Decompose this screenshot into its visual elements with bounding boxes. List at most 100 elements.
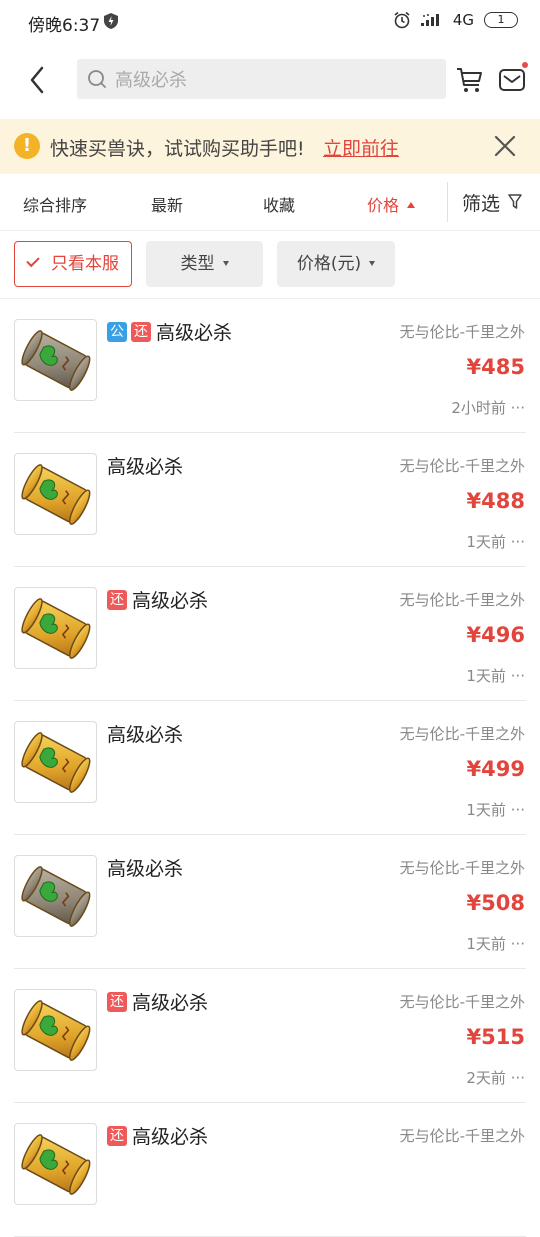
list-item[interactable]: 还 高级必杀 无与伦比-千里之外 xyxy=(0,1103,540,1237)
status-indicators: 4G 1 xyxy=(393,11,518,29)
battery-indicator: 1 xyxy=(484,12,518,28)
search-input[interactable] xyxy=(113,59,437,101)
item-tags: 还 xyxy=(107,991,131,1012)
check-icon xyxy=(26,253,40,268)
return-tag: 还 xyxy=(107,1125,127,1146)
list-item[interactable]: 高级必杀 无与伦比-千里之外 ¥499 1天前 ··· xyxy=(0,701,540,835)
caret-down-icon xyxy=(369,261,376,266)
signal-icon xyxy=(420,14,439,26)
network-type: 4G xyxy=(452,11,474,29)
back-arrow-icon[interactable] xyxy=(24,64,52,96)
price-chip[interactable]: 价格(元) xyxy=(277,241,395,287)
notice-text: 快速买兽诀，试试购买助手吧! xyxy=(50,138,305,160)
item-title-row: 还 高级必杀 xyxy=(107,1122,208,1149)
search-header xyxy=(0,44,540,118)
cart-icon[interactable] xyxy=(456,66,484,94)
return-tag: 还 xyxy=(107,589,127,610)
funnel-icon[interactable] xyxy=(508,194,522,210)
item-time-more[interactable]: 1天前 ··· xyxy=(466,933,525,954)
scroll-icon xyxy=(21,464,91,525)
item-thumbnail[interactable] xyxy=(14,989,97,1071)
type-chip[interactable]: 类型 xyxy=(146,241,263,287)
item-server: 无与伦比-千里之外 xyxy=(399,993,525,1011)
item-title-row: 还 高级必杀 xyxy=(107,586,208,613)
item-title-row: 公还 高级必杀 xyxy=(107,318,232,345)
notice-link[interactable]: 立即前往 xyxy=(323,134,399,161)
scroll-icon xyxy=(21,1000,91,1061)
scroll-icon xyxy=(21,866,91,927)
item-server: 无与伦比-千里之外 xyxy=(399,591,525,609)
item-time-more[interactable]: 1天前 ··· xyxy=(466,665,525,686)
status-time: 傍晚6:37 xyxy=(28,16,101,36)
item-thumbnail[interactable] xyxy=(14,855,97,937)
item-price: ¥496 xyxy=(466,623,525,647)
item-thumbnail[interactable] xyxy=(14,1123,97,1205)
scroll-icon xyxy=(21,1134,91,1195)
item-tags: 还 xyxy=(107,589,131,610)
item-title: 高级必杀 xyxy=(107,456,184,478)
return-tag: 还 xyxy=(131,321,151,342)
item-time-more[interactable]: 2小时前 ··· xyxy=(451,397,525,418)
warning-icon: ! xyxy=(14,133,40,159)
item-list: 公还 高级必杀 无与伦比-千里之外 ¥485 2小时前 ··· 高级必杀 无与伦… xyxy=(0,299,540,1237)
divider xyxy=(447,182,448,222)
list-item[interactable]: 还 高级必杀 无与伦比-千里之外 ¥515 2天前 ··· xyxy=(0,969,540,1103)
item-server: 无与伦比-千里之外 xyxy=(399,323,525,341)
item-thumbnail[interactable] xyxy=(14,721,97,803)
sort-favorites[interactable]: 收藏 xyxy=(263,192,295,216)
caret-down-icon xyxy=(222,261,229,266)
item-time-more[interactable]: 2天前 ··· xyxy=(466,1067,525,1088)
item-price: ¥515 xyxy=(466,1025,525,1049)
item-title-row: 高级必杀 xyxy=(107,720,183,747)
item-time-more[interactable]: 1天前 ··· xyxy=(466,531,525,552)
item-server: 无与伦比-千里之外 xyxy=(399,725,525,743)
item-thumbnail[interactable] xyxy=(14,453,97,535)
item-title: 高级必杀 xyxy=(107,858,184,880)
item-time-more[interactable]: 1天前 ··· xyxy=(466,799,525,820)
close-icon[interactable] xyxy=(494,135,516,157)
item-title: 高级必杀 xyxy=(132,1126,209,1148)
item-thumbnail[interactable] xyxy=(14,319,97,401)
item-tags: 公还 xyxy=(107,321,155,342)
own-server-chip[interactable]: 只看本服 xyxy=(14,241,132,287)
return-tag: 还 xyxy=(107,991,127,1012)
type-label: 类型 xyxy=(180,254,215,274)
list-item[interactable]: 公还 高级必杀 无与伦比-千里之外 ¥485 2小时前 ··· xyxy=(0,299,540,433)
list-item[interactable]: 还 高级必杀 无与伦比-千里之外 ¥496 1天前 ··· xyxy=(0,567,540,701)
filter-button[interactable]: 筛选 xyxy=(462,189,500,216)
sort-newest[interactable]: 最新 xyxy=(151,192,183,216)
own-server-label: 只看本服 xyxy=(51,254,119,274)
item-title: 高级必杀 xyxy=(156,322,233,344)
search-icon xyxy=(88,70,106,88)
alarm-icon xyxy=(394,11,410,29)
scroll-icon xyxy=(21,732,91,793)
sort-up-icon xyxy=(407,202,416,208)
public-tag: 公 xyxy=(107,321,127,342)
item-title: 高级必杀 xyxy=(132,590,209,612)
status-bar: 傍晚6:37 4G 1 xyxy=(0,0,540,44)
sort-bar: 综合排序 最新 收藏 价格 筛选 xyxy=(0,174,540,231)
mail-icon[interactable] xyxy=(498,66,526,94)
item-title: 高级必杀 xyxy=(132,992,209,1014)
item-price: ¥485 xyxy=(466,355,525,379)
sort-comprehensive[interactable]: 综合排序 xyxy=(23,192,87,216)
item-server: 无与伦比-千里之外 xyxy=(399,859,525,877)
item-price: ¥508 xyxy=(466,891,525,915)
list-item[interactable]: 高级必杀 无与伦比-千里之外 ¥488 1天前 ··· xyxy=(0,433,540,567)
item-server: 无与伦比-千里之外 xyxy=(399,457,525,475)
unread-dot xyxy=(522,62,528,68)
shield-icon xyxy=(104,13,118,29)
notice-banner: ! 快速买兽诀，试试购买助手吧! 立即前往 xyxy=(0,119,540,174)
list-item[interactable]: 高级必杀 无与伦比-千里之外 ¥508 1天前 ··· xyxy=(0,835,540,969)
item-title-row: 高级必杀 xyxy=(107,452,183,479)
price-label: 价格(元) xyxy=(296,254,362,274)
scroll-icon xyxy=(21,598,91,659)
item-title-row: 高级必杀 xyxy=(107,854,183,881)
scroll-icon xyxy=(21,330,91,391)
item-price: ¥488 xyxy=(466,489,525,513)
item-thumbnail[interactable] xyxy=(14,587,97,669)
sort-price[interactable]: 价格 xyxy=(367,192,416,216)
item-price: ¥499 xyxy=(466,757,525,781)
item-title-row: 还 高级必杀 xyxy=(107,988,208,1015)
search-box[interactable] xyxy=(77,59,446,101)
